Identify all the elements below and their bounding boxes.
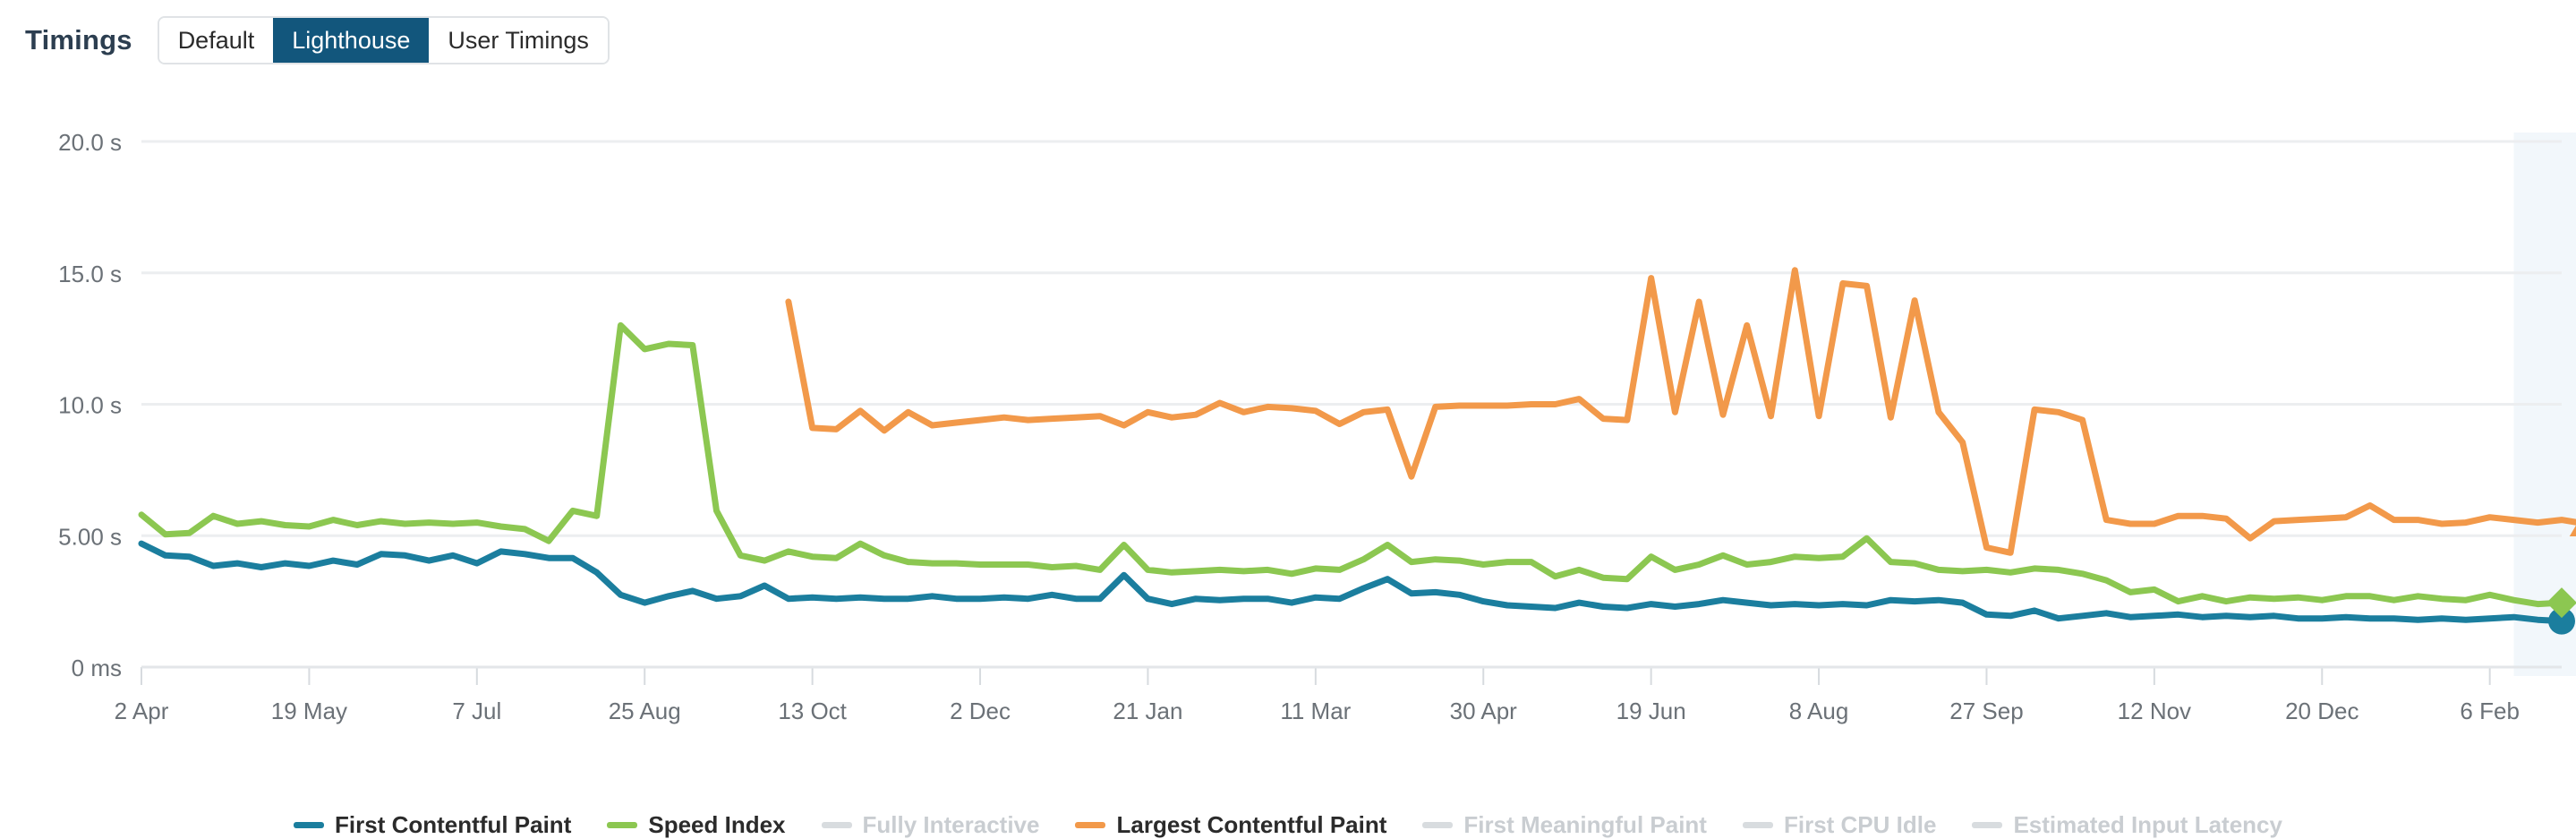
legend-swatch-icon <box>1422 822 1453 828</box>
y-axis-tick-label: 5.00 s <box>58 523 122 550</box>
tab-lighthouse[interactable]: Lighthouse <box>273 18 429 63</box>
timings-line-chart-svg[interactable]: 20.0 s 15.0 s 10.0 s 5.00 s 0 ms 2 Apr 19 May 7… <box>0 81 2576 761</box>
legend-swatch-icon <box>1743 822 1773 828</box>
legend-label: First Contentful Paint <box>335 811 571 839</box>
panel-header: Timings DefaultLighthouseUser Timings <box>0 0 2576 81</box>
legend-swatch-icon <box>822 822 852 828</box>
timings-chart: 20.0 s 15.0 s 10.0 s 5.00 s 0 ms 2 Apr 19 May 7… <box>0 81 2576 833</box>
legend-swatch-icon <box>607 822 637 828</box>
legend-label: Estimated Input Latency <box>2013 811 2282 839</box>
legend-swatch-icon <box>1972 822 2002 828</box>
x-axis-tick-label: 2 Dec <box>950 698 1011 724</box>
legend-item-first-contentful-paint[interactable]: First Contentful Paint <box>294 811 571 839</box>
x-axis-tick-label: 13 Oct <box>778 698 847 724</box>
timings-tab-group: DefaultLighthouseUser Timings <box>158 16 610 64</box>
legend-item-first-cpu-idle[interactable]: First CPU Idle <box>1743 811 1936 839</box>
x-axis-tick-label: 8 Aug <box>1789 698 1849 724</box>
legend-item-largest-contentful-paint[interactable]: Largest Contentful Paint <box>1075 811 1386 839</box>
x-axis-tick-label: 25 Aug <box>609 698 681 724</box>
tab-user-timings[interactable]: User Timings <box>429 18 608 63</box>
series-line-largest-contentful-paint[interactable] <box>789 270 2576 553</box>
timings-panel: Timings DefaultLighthouseUser Timings 20… <box>0 0 2576 833</box>
legend-label: Largest Contentful Paint <box>1116 811 1386 839</box>
legend-label: First CPU Idle <box>1784 811 1936 839</box>
legend-swatch-icon <box>1075 822 1105 828</box>
legend-swatch-icon <box>294 822 324 828</box>
x-axis-tick-label: 7 Jul <box>452 698 501 724</box>
x-axis-tick-label: 27 Sep <box>1949 698 2023 724</box>
x-axis-tick-label: 30 Apr <box>1450 698 1518 724</box>
x-axis-tick-label: 20 Dec <box>2285 698 2358 724</box>
y-axis-tick-label: 15.0 s <box>58 261 122 287</box>
x-axis-tick-label: 11 Mar <box>1280 698 1351 724</box>
legend-item-estimated-input-latency[interactable]: Estimated Input Latency <box>1972 811 2282 839</box>
x-axis-tick-label: 19 Jun <box>1616 698 1686 724</box>
chart-legend: First Contentful Paint Speed Index Fully I… <box>0 811 2576 839</box>
x-axis-tick-label: 12 Nov <box>2118 698 2191 724</box>
y-axis-tick-label: 10.0 s <box>58 392 122 419</box>
y-axis-tick-label: 0 ms <box>72 655 122 681</box>
legend-label: Speed Index <box>648 811 785 839</box>
x-axis-tick-label: 21 Jan <box>1113 698 1182 724</box>
x-axis-tick-label: 2 Apr <box>115 698 169 724</box>
series-line-first-contentful-paint[interactable] <box>141 544 2562 621</box>
x-axis-tick-label: 6 Feb <box>2460 698 2520 724</box>
legend-item-speed-index[interactable]: Speed Index <box>607 811 785 839</box>
legend-label: Fully Interactive <box>863 811 1040 839</box>
tab-default[interactable]: Default <box>159 18 274 63</box>
x-axis-tick-label: 19 May <box>271 698 347 724</box>
legend-label: First Meaningful Paint <box>1463 811 1707 839</box>
legend-item-fully-interactive[interactable]: Fully Interactive <box>822 811 1040 839</box>
legend-item-first-meaningful-paint[interactable]: First Meaningful Paint <box>1422 811 1707 839</box>
page-title: Timings <box>25 24 132 56</box>
series-line-speed-index[interactable] <box>141 325 2562 604</box>
y-axis-tick-label: 20.0 s <box>58 129 122 156</box>
